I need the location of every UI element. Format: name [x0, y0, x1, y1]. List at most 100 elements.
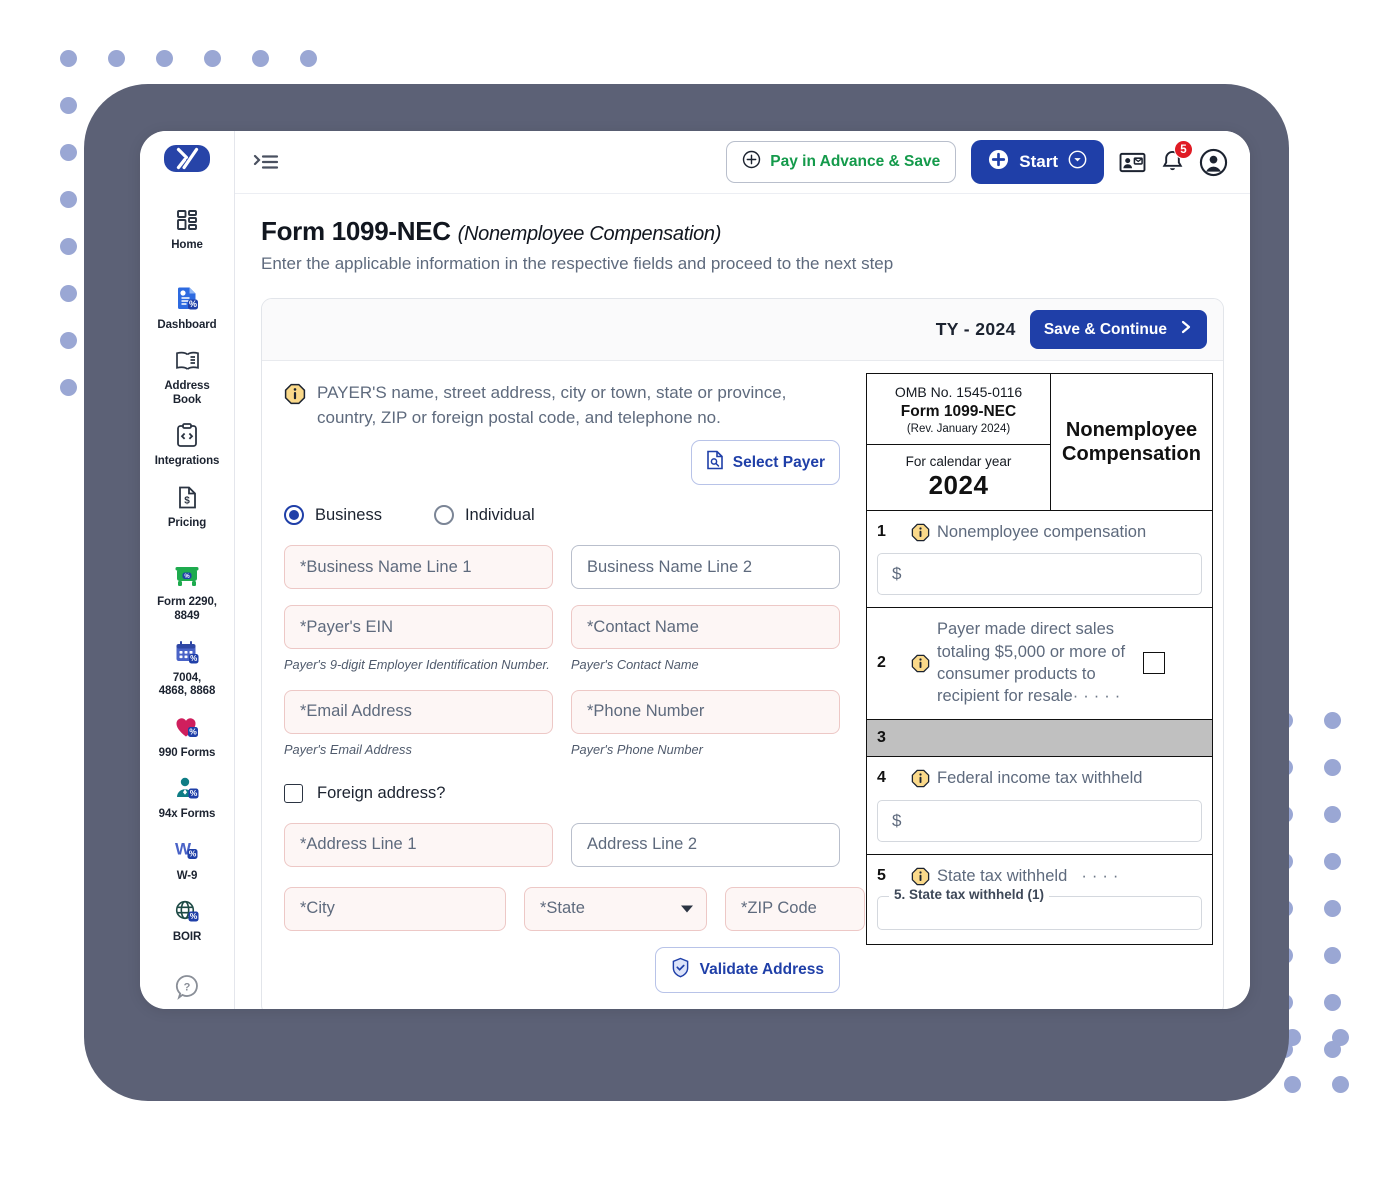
- foreign-address-row[interactable]: Foreign address?: [284, 783, 840, 803]
- sidebar-item-94x-forms[interactable]: % 94x Forms: [140, 767, 234, 829]
- phone-input[interactable]: *Phone Number: [571, 689, 840, 734]
- decorative-dot: [156, 50, 173, 67]
- sidebar-item-label: 990 Forms: [158, 746, 216, 759]
- form-box-1: 1 Nonemployee compensation $: [867, 511, 1212, 609]
- calendar-year-value: 2024: [928, 470, 989, 500]
- phone-hint: Payer's Phone Number: [571, 741, 703, 757]
- app-window: Home % Dashboard Address Book Integratio…: [140, 131, 1250, 1009]
- validate-address-button[interactable]: Validate Address: [654, 946, 840, 993]
- box-5-state-tax-input[interactable]: 5. State tax withheld (1): [877, 886, 1202, 930]
- sidebar-group-primary: Home: [140, 188, 234, 268]
- omb-block: OMB No. 1545-0116 Form 1099-NEC (Rev. Ja…: [867, 374, 1050, 445]
- sidebar-item-label: Home: [171, 239, 203, 251]
- save-and-continue-button[interactable]: Save & Continue: [1029, 310, 1207, 349]
- sidebar-item-help[interactable]: ?: [174, 960, 201, 1009]
- grid-icon: [175, 205, 199, 234]
- payer-note: PAYER'S name, street address, city or to…: [284, 381, 840, 430]
- sidebar-item-990-forms[interactable]: % 990 Forms: [140, 706, 234, 768]
- svg-text:%: %: [190, 654, 197, 663]
- box-5-number: 5: [877, 866, 886, 884]
- sidebar-item-address-book[interactable]: Address Book: [140, 339, 234, 414]
- city-input[interactable]: *City: [284, 886, 506, 931]
- info-icon[interactable]: [903, 866, 937, 886]
- app-logo[interactable]: [164, 145, 210, 172]
- sidebar-item-label: Address Book: [164, 380, 210, 406]
- sidebar-item-label: Form 2290, 8849: [157, 596, 217, 622]
- svg-text:%: %: [190, 788, 198, 798]
- phone-field: *Phone Number Payer's Phone Number: [571, 689, 840, 758]
- page-title: Form 1099-NEC (Nonemployee Compensation): [261, 216, 1224, 247]
- sidebar-item-form-2290-8849[interactable]: % Form 2290, 8849: [140, 555, 234, 630]
- radio-business[interactable]: Business: [284, 505, 382, 526]
- top-bar-actions: Pay in Advance & Save Start 5: [726, 140, 1228, 184]
- form-box-4: 4 Federal income tax withheld $: [867, 757, 1212, 855]
- radio-individual[interactable]: Individual: [433, 505, 535, 526]
- sidebar-item-pricing[interactable]: $ Pricing: [140, 476, 234, 538]
- sidebar-item-dashboard[interactable]: % Dashboard: [140, 278, 234, 340]
- decorative-dot: [252, 50, 269, 67]
- omb-number: OMB No. 1545-0116: [894, 384, 1023, 400]
- sidebar-item-label: 94x Forms: [158, 808, 216, 821]
- form-name: Form 1099-NEC: [900, 403, 1017, 420]
- notification-bell-icon[interactable]: 5: [1161, 140, 1193, 175]
- ein-contact-row: *Payer's EIN Payer's 9-digit Employer Id…: [284, 605, 840, 673]
- decorative-dot: [1324, 947, 1341, 964]
- sidebar-item-7004-4868-8868[interactable]: % 7004, 4868, 8868: [140, 631, 234, 706]
- truck-icon: %: [173, 562, 201, 591]
- page-description: Enter the applicable information in the …: [261, 254, 894, 273]
- business-name-1-input[interactable]: *Business Name Line 1: [284, 545, 553, 590]
- sidebar-item-boir[interactable]: % BOIR: [140, 890, 234, 952]
- card-header: TY - 2024 Save & Continue: [262, 299, 1223, 361]
- info-icon[interactable]: [903, 653, 937, 673]
- radio-indicator: [284, 505, 304, 526]
- box-1-amount-input[interactable]: $: [877, 553, 1202, 596]
- calendar-year-block: For calendar year 2024: [867, 445, 1050, 510]
- svg-text:%: %: [190, 911, 198, 921]
- state-field: *State: [524, 886, 707, 931]
- ein-input[interactable]: *Payer's EIN: [284, 605, 553, 650]
- contact-card-icon[interactable]: [1119, 151, 1146, 174]
- save-continue-label: Save & Continue: [1043, 320, 1167, 338]
- contact-name-input[interactable]: *Contact Name: [571, 605, 840, 650]
- box-2-checkbox[interactable]: [1143, 651, 1165, 674]
- sidebar-item-integrations[interactable]: Integrations: [140, 414, 234, 476]
- info-icon[interactable]: [903, 768, 937, 788]
- select-payer-row: Select Payer: [284, 440, 840, 486]
- heart-icon: %: [174, 713, 200, 742]
- info-icon[interactable]: [284, 383, 306, 430]
- form-preview-header: OMB No. 1545-0116 Form 1099-NEC (Rev. Ja…: [867, 374, 1212, 511]
- email-input[interactable]: *Email Address: [284, 689, 553, 734]
- select-payer-button[interactable]: Select Payer: [690, 440, 840, 486]
- leader-dots: ·····: [1072, 687, 1126, 706]
- info-icon[interactable]: [903, 522, 937, 542]
- decorative-dot: [1324, 994, 1341, 1011]
- decorative-dot: [60, 97, 77, 114]
- decorative-dot: [1324, 759, 1341, 776]
- ein-hint: Payer's 9-digit Employer Identification …: [284, 657, 550, 673]
- address-2-input[interactable]: Address Line 2: [571, 822, 840, 867]
- chevron-right-icon: [1179, 319, 1193, 340]
- address-1-input[interactable]: *Address Line 1: [284, 822, 553, 867]
- address-1-field: *Address Line 1: [284, 822, 553, 867]
- business-name-1-field: *Business Name Line 1: [284, 545, 553, 590]
- pay-in-advance-button[interactable]: Pay in Advance & Save: [726, 141, 957, 183]
- menu-collapse-icon[interactable]: [253, 151, 281, 173]
- foreign-address-checkbox[interactable]: [284, 783, 303, 803]
- sidebar-item-label: 7004, 4868, 8868: [158, 671, 216, 698]
- box-4-amount-input[interactable]: $: [877, 799, 1202, 842]
- start-button[interactable]: Start: [971, 140, 1104, 184]
- email-phone-row: *Email Address Payer's Email Address *Ph…: [284, 689, 840, 758]
- top-bar: Pay in Advance & Save Start 5: [235, 131, 1250, 194]
- calendar-icon: %: [174, 638, 200, 667]
- box-5-legend: 5. State tax withheld (1): [889, 886, 1050, 902]
- sidebar-group-tools: % Dashboard Address Book Integrations $ …: [140, 268, 234, 546]
- sidebar-item-w9[interactable]: W % W-9: [140, 829, 234, 891]
- sidebar-item-home[interactable]: Home: [140, 198, 234, 260]
- business-name-2-input[interactable]: Business Name Line 2: [571, 545, 840, 590]
- state-select[interactable]: *State: [524, 886, 707, 931]
- ein-field: *Payer's EIN Payer's 9-digit Employer Id…: [284, 605, 553, 673]
- user-avatar-icon[interactable]: [1199, 148, 1228, 177]
- box-1-number: 1: [877, 523, 886, 541]
- address-book-icon: [174, 346, 201, 375]
- zip-input[interactable]: *ZIP Code: [725, 886, 865, 931]
